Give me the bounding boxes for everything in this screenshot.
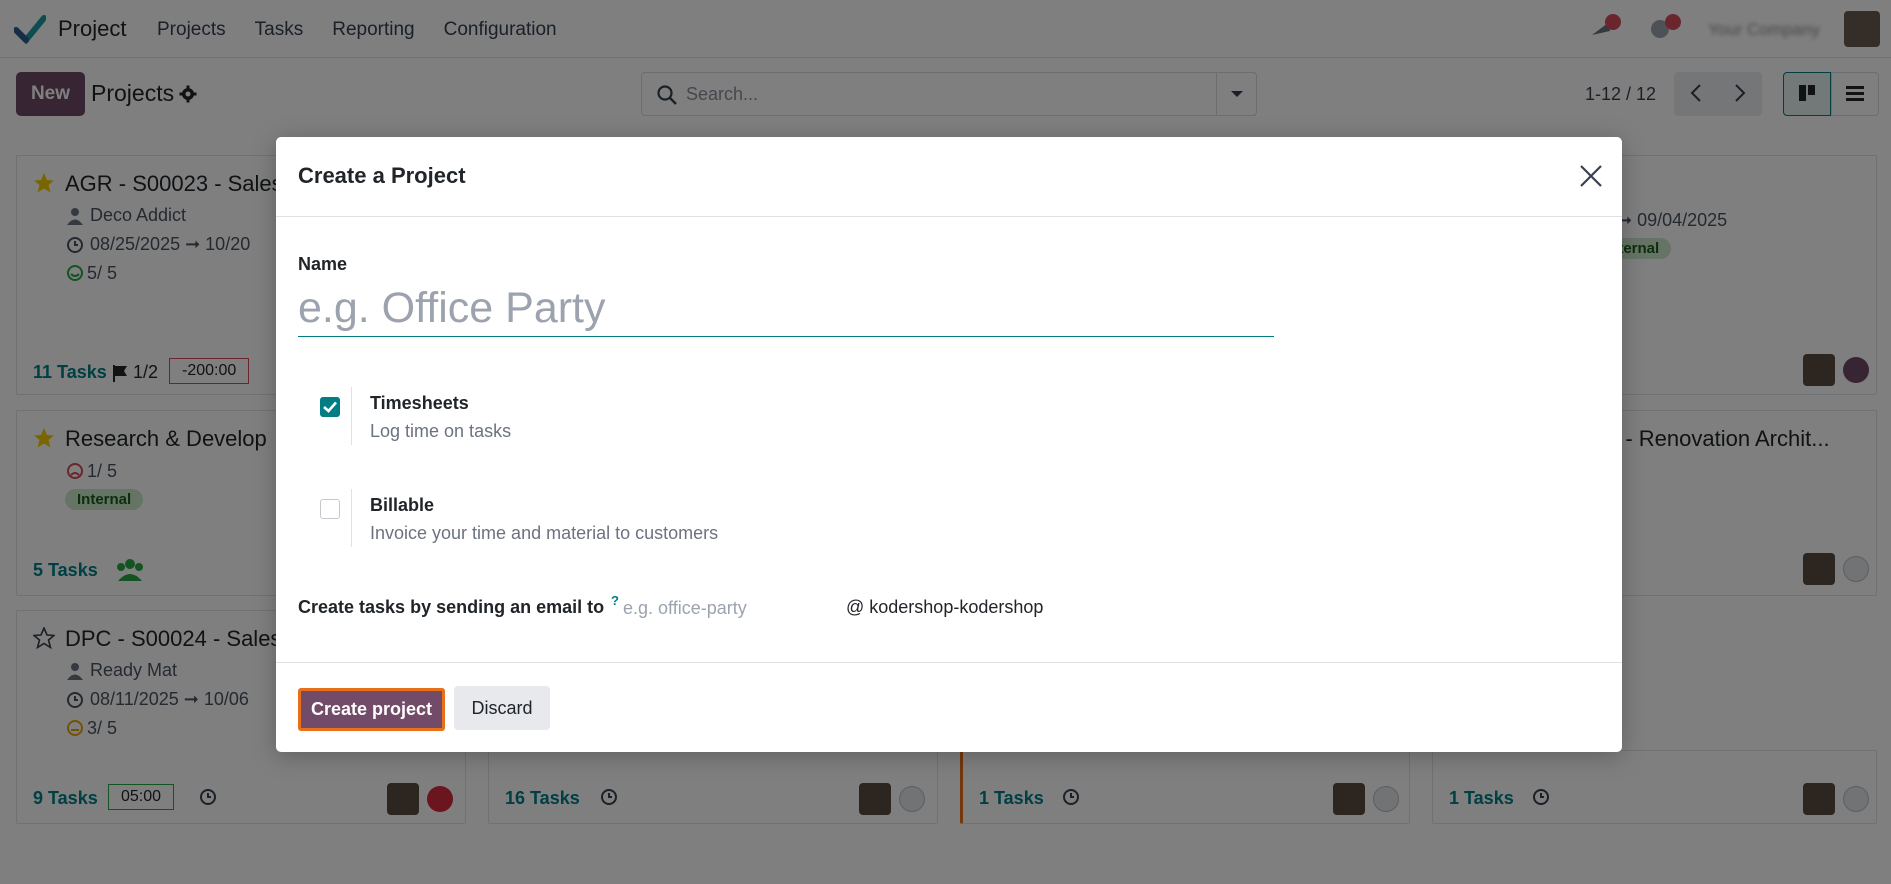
create-project-button[interactable]: Create project: [298, 688, 445, 731]
billable-label[interactable]: Billable: [370, 495, 434, 516]
timesheets-checkbox[interactable]: [320, 397, 340, 417]
dialog-header: Create a Project: [276, 137, 1622, 217]
billable-description: Invoice your time and material to custom…: [370, 523, 719, 543]
checkmark-icon: [323, 401, 337, 413]
email-alias-input[interactable]: [623, 593, 843, 623]
project-name-input[interactable]: [298, 281, 1274, 337]
timesheets-option: Timesheets Log time on tasks: [320, 387, 1220, 447]
email-alias-label: Create tasks by sending an email to: [298, 597, 605, 617]
help-tooltip-icon[interactable]: ?: [611, 593, 619, 608]
close-icon: [1580, 164, 1602, 187]
option-divider: [351, 387, 352, 445]
close-button[interactable]: [1577, 163, 1605, 191]
discard-button[interactable]: Discard: [454, 686, 550, 730]
billable-checkbox[interactable]: [320, 499, 340, 519]
billable-option: Billable Invoice your time and material …: [320, 489, 1220, 549]
dialog-title: Create a Project: [298, 163, 466, 188]
create-project-dialog: Create a Project Name Timesheets Log tim…: [276, 137, 1622, 752]
timesheets-description: Log time on tasks: [370, 421, 512, 441]
timesheets-label[interactable]: Timesheets: [370, 393, 469, 414]
email-alias-domain: @ kodershop-kodershop: [846, 597, 1044, 617]
name-label: Name: [298, 254, 348, 274]
option-divider: [351, 489, 352, 547]
